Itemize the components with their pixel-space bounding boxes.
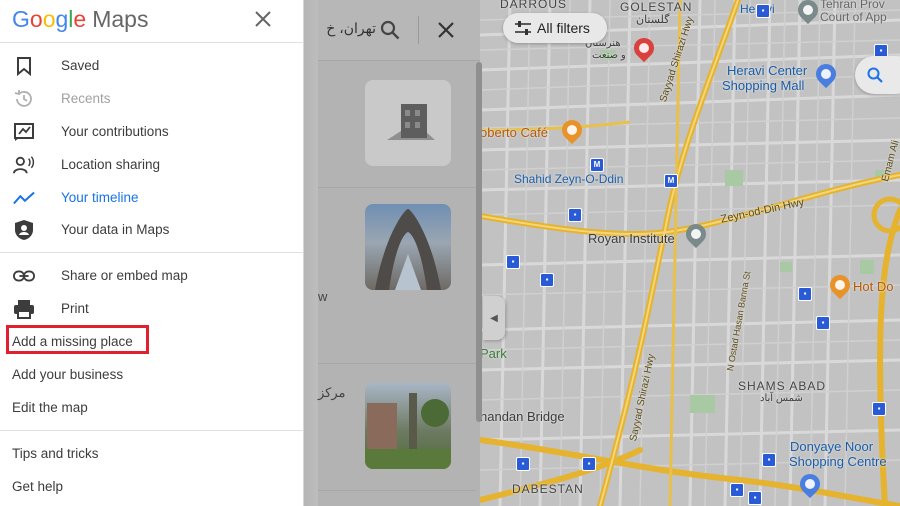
search-this-area-button[interactable] (855, 56, 900, 94)
menu-item-label: Get help (12, 479, 64, 494)
menu-item-location-sharing[interactable]: Location sharing (0, 148, 303, 181)
map-label-art-uni-2: و صنعت (592, 50, 626, 61)
menu-item-label: Location sharing (61, 157, 161, 172)
timeline-icon (13, 187, 35, 209)
bus-stop-icon[interactable]: ▪ (762, 453, 776, 467)
side-menu-drawer: Google Maps Saved Recents Your contributi… (0, 0, 304, 506)
map-label-bridge: handan Bridge (480, 409, 565, 424)
menu-divider (0, 430, 303, 431)
menu-item-label: Your data in Maps (61, 222, 170, 237)
map-label-shams-abad: SHAMS ABAD (738, 379, 827, 393)
menu-item-share-embed[interactable]: Share or embed map (0, 259, 303, 292)
map-label-shahid-station: Shahid Zeyn-O-Ddin (514, 172, 624, 186)
bus-stop-icon[interactable]: ▪ (540, 273, 554, 287)
metro-station-icon[interactable]: M (664, 174, 678, 188)
collapse-panel-button[interactable]: ◀ (483, 296, 505, 340)
search-icon (867, 67, 883, 83)
menu-item-add-business[interactable]: Add your business (0, 358, 303, 391)
bus-stop-icon[interactable]: ▪ (798, 287, 812, 301)
menu-item-label: Add your business (12, 367, 124, 382)
bus-stop-icon[interactable]: ▪ (748, 491, 762, 505)
map-label-royan: Royan Institute (588, 231, 675, 246)
printer-icon (13, 298, 35, 320)
building-icon (387, 104, 435, 140)
menu-item-recents[interactable]: Recents (0, 82, 303, 115)
filter-sliders-icon (515, 21, 531, 35)
result-text-fragment: مرکز (318, 385, 346, 400)
result-divider (318, 187, 476, 188)
result-divider (318, 363, 476, 364)
menu-item-help[interactable]: Get help (0, 470, 303, 503)
map-label-court: Court of App (820, 10, 887, 24)
menu-item-label: Edit the map (12, 400, 88, 415)
chevron-left-icon: ◀ (490, 312, 498, 324)
map-label-heravi-center-2: Shopping Mall (722, 78, 805, 93)
search-divider (418, 16, 419, 44)
menu-item-tips[interactable]: Tips and tricks (0, 437, 303, 470)
contributions-icon (13, 121, 35, 143)
map-label-hot-dog: Hot Do (853, 279, 894, 294)
all-filters-button[interactable]: All filters (503, 13, 607, 43)
bus-stop-icon[interactable]: ▪ (568, 208, 582, 222)
menu-divider (0, 42, 303, 43)
link-icon (13, 265, 35, 287)
map-label-shams-abad-fa: شمس آباد (760, 393, 803, 404)
menu-divider (0, 252, 303, 253)
menu-item-label: Tips and tricks (12, 446, 99, 461)
menu-item-print[interactable]: Print (0, 292, 303, 325)
monument-photo (375, 209, 441, 290)
search-icon[interactable] (380, 20, 400, 40)
bus-stop-icon[interactable]: ▪ (816, 316, 830, 330)
menu-item-label: Share or embed map (61, 268, 188, 283)
result-divider (318, 490, 476, 491)
menu-item-label: Your contributions (61, 124, 169, 139)
highlight-annotation (6, 325, 149, 354)
bus-stop-icon[interactable]: ▪ (582, 457, 596, 471)
menu-item-your-data[interactable]: Your data in Maps (0, 213, 303, 246)
bus-stop-icon[interactable]: ▪ (516, 457, 530, 471)
shield-icon (13, 219, 35, 241)
result-photo[interactable] (365, 383, 451, 469)
map-label-roberto-cafe: oberto Café (480, 125, 548, 140)
search-input[interactable]: تهران، خ (322, 20, 376, 37)
bus-stop-icon[interactable]: ▪ (872, 402, 886, 416)
close-menu-button[interactable] (252, 8, 274, 30)
map-label-park: Park (480, 346, 507, 361)
map-label-heravi-center-1: Heravi Center (727, 63, 808, 78)
result-text-fragment: w (318, 289, 328, 304)
location-sharing-icon (13, 154, 35, 176)
result-photo-placeholder[interactable] (365, 80, 451, 166)
map-label-golestan: GOLESTAN (620, 0, 693, 14)
menu-item-label: Recents (61, 91, 111, 106)
menu-item-label: Saved (61, 58, 100, 73)
bus-stop-icon[interactable]: ▪ (506, 255, 520, 269)
map-label-golestan-fa: گلستان (636, 14, 670, 26)
result-photo[interactable] (365, 204, 451, 290)
search-box[interactable]: تهران، خ (318, 0, 480, 61)
menu-item-edit-map[interactable]: Edit the map (0, 391, 303, 424)
bus-stop-icon[interactable]: ▪ (756, 4, 770, 18)
close-icon[interactable] (437, 21, 455, 39)
map-label-donyaye-2: Shopping Centre (789, 454, 887, 469)
close-icon (255, 11, 271, 27)
google-maps-logo: Google Maps (12, 6, 149, 32)
menu-item-saved[interactable]: Saved (0, 49, 303, 82)
map-label-darrous: DARROUS (500, 0, 568, 11)
all-filters-label: All filters (537, 20, 590, 36)
map-roads (480, 0, 900, 506)
map-label-dabestan: DABESTAN (512, 482, 584, 496)
map-label-donyaye-1: Donyaye Noor (790, 439, 874, 454)
results-scrollbar[interactable] (476, 62, 482, 422)
bus-stop-icon[interactable]: ▪ (730, 483, 744, 497)
menu-item-label: Print (61, 301, 89, 316)
map-canvas[interactable]: DARROUS GOLESTAN گلستان Heravi Tehran Pr… (480, 0, 900, 506)
metro-station-icon[interactable]: M (590, 158, 604, 172)
building-photo (365, 393, 451, 469)
menu-item-timeline[interactable]: Your timeline (0, 181, 303, 214)
menu-item-contributions[interactable]: Your contributions (0, 115, 303, 148)
menu-item-label: Your timeline (61, 190, 139, 205)
bookmark-icon (13, 55, 35, 77)
history-icon (13, 88, 35, 110)
